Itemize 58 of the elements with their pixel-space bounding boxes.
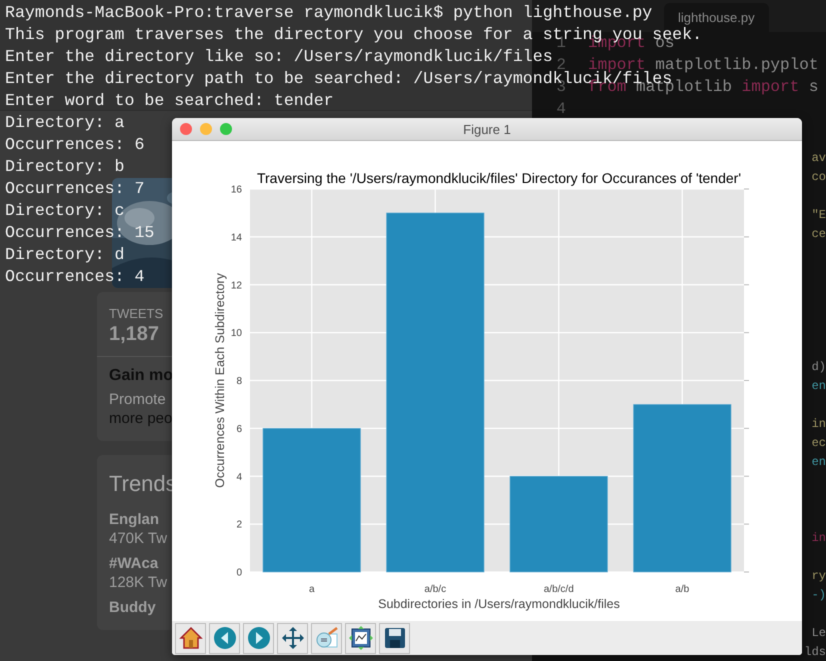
x-axis-label: Subdirectories in /Users/raymondklucik/files [378,597,620,611]
y-axis-label: Occurrences Within Each Subdirectory [213,273,227,488]
code-fragment: in [812,530,826,547]
terminal-line: Occurrences: 4 [5,270,144,282]
code-fragment: lds [804,644,826,661]
y-tick-label: 8 [236,376,242,387]
y-tick-label: 16 [230,184,242,196]
code-fragment: d) [812,359,826,376]
code-fragment: en [812,378,826,395]
y-tick-label: 4 [236,472,242,483]
magnifier-icon [314,626,338,650]
x-tick-label: a/b/c [424,584,446,595]
code-fragment: ce [812,226,826,243]
terminal-line: Occurrences: 7 [5,182,144,194]
x-tick-label: a/b [675,584,690,595]
terminal-line: Occurrences: 15 [5,226,154,238]
close-button[interactable] [180,123,192,135]
code-fragment: ec [812,435,826,452]
trend-name[interactable]: Englan [109,511,168,528]
promo-text: Promote [109,391,166,408]
y-tick-label: 6 [236,424,242,435]
code-fragment: en [812,454,826,471]
terminal-line: Enter word to be searched: tender [5,94,334,106]
window-title: Figure 1 [463,122,511,136]
chart-title: Traversing the '/Users/raymondklucik/files' Directory for Occurances of 'tender' [257,170,741,186]
y-tick-label: 0 [236,568,242,578]
line-number: 2 [556,60,566,70]
y-tick-label: 10 [230,328,242,340]
y-tick-label: 14 [230,232,242,244]
code-fragment: "E [812,207,826,224]
code-line: import matplotlib.pyplot [588,60,818,70]
x-tick-label: a/b/c/d [544,584,574,595]
code-fragment: in [812,416,826,433]
trend-count: 470K Tw [109,530,168,547]
x-tick-label: a [308,584,315,595]
line-number: 4 [555,104,566,114]
stat-label: TWEETS [109,306,164,321]
code-fragment: av [812,150,826,167]
save-button[interactable] [379,622,410,654]
subplots-button[interactable] [345,622,376,654]
y-tick-label: 2 [236,520,242,531]
trend-count: 128K Tw [109,574,168,591]
terminal-line: Occurrences: 6 [5,138,144,150]
code-fragment: -) [812,587,826,604]
pan-button[interactable] [277,622,308,654]
trend-name[interactable]: #WAca [109,555,168,572]
home-icon [178,626,202,650]
stat-value: 1,187 [109,323,160,346]
chart-frame-icon [348,626,372,650]
forward-button[interactable] [243,622,274,654]
code-fragment: Le [812,625,826,642]
code-fragment: co [812,169,826,186]
home-button[interactable] [175,622,206,654]
back-button[interactable] [209,622,240,654]
move-arrows-icon [280,626,304,650]
y-tick-label: 12 [230,280,242,292]
trend-name[interactable]: Buddy [109,599,156,616]
code-fragment: ry [812,568,826,585]
